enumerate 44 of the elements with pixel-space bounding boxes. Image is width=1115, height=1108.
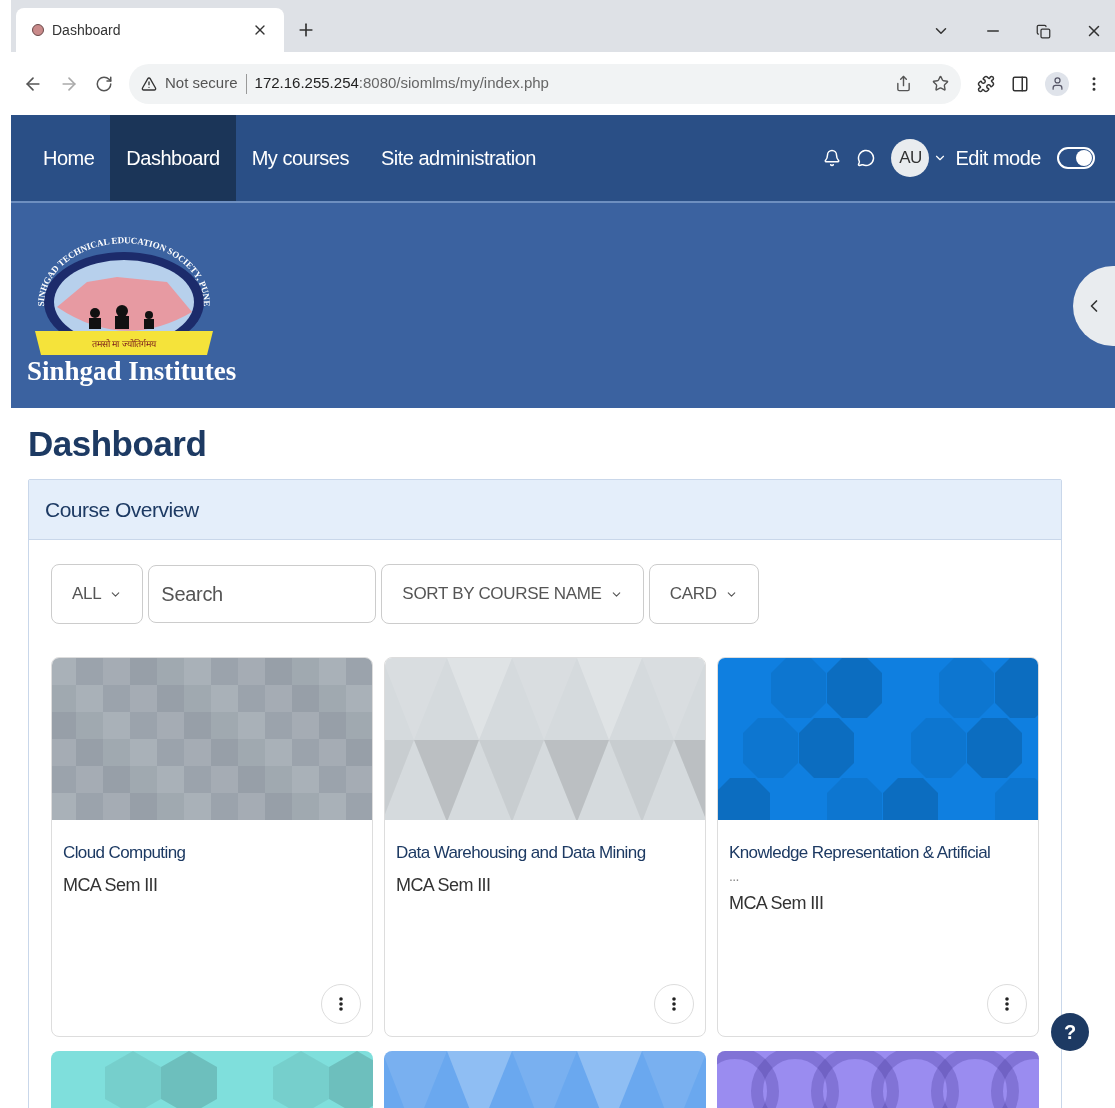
share-icon[interactable] [895,75,912,92]
tab-title: Dashboard [52,20,122,40]
warning-icon [141,75,157,92]
view-dropdown[interactable]: CARD [648,564,759,624]
kebab-menu-icon [672,997,676,1011]
address-bar[interactable]: Not secure 172.16.255.254:8080/siomlms/my/index.php [129,63,961,104]
browser-tab[interactable]: Dashboard [16,8,284,52]
course-card[interactable]: Knowledge Representation & Artificial ... MCA Sem III [717,657,1039,1037]
course-name[interactable]: Cloud Computing [63,840,361,865]
messages-icon[interactable] [857,149,876,167]
url-text: 172.16.255.254:8080/siomlms/my/index.php [254,73,549,94]
course-card[interactable]: Data Warehousing and Data Mining MCA Sem III [384,657,706,1037]
brand-name: Sinhgad Institutes [27,357,237,385]
favicon-icon [32,24,44,36]
nav-link[interactable]: Home [27,115,111,201]
course-category: MCA Sem III [729,892,825,915]
edit-mode-label: Edit mode [955,146,1041,171]
course-category: MCA Sem III [396,874,492,897]
nav-link[interactable]: Site administration [364,115,552,201]
notifications-icon[interactable] [823,149,842,167]
course-name[interactable]: Knowledge Representation & Artificial [729,840,1027,865]
bookmark-star-icon[interactable] [932,75,949,92]
sort-dropdown[interactable]: SORT BY COURSE NAME [381,564,644,624]
help-button[interactable]: ? [1051,1013,1089,1051]
edit-mode-switch[interactable] [1057,147,1095,169]
nav-link[interactable]: Dashboard [110,115,236,201]
side-panel-icon[interactable] [1011,74,1029,93]
profile-icon[interactable] [1045,71,1069,96]
kebab-menu-icon [339,997,343,1011]
truncation-ellipsis: ... [729,867,740,883]
nav-link[interactable]: My courses [235,115,365,201]
grouping-dropdown[interactable]: ALL [51,564,144,624]
restore-icon[interactable] [1036,23,1051,39]
search-field[interactable]: Search [148,565,377,623]
user-avatar[interactable]: AU [891,139,930,177]
reload-icon[interactable] [95,74,113,93]
extensions-icon[interactable] [977,74,995,93]
kebab-menu-icon [1005,997,1009,1011]
course-name[interactable]: Data Warehousing and Data Mining [396,840,694,865]
security-label: Not secure [165,73,238,94]
section-title: Course Overview [45,496,199,523]
course-card[interactable]: Cloud Computing MCA Sem III [51,657,373,1037]
page-title: Dashboard [28,426,208,461]
course-category: MCA Sem III [63,874,159,897]
